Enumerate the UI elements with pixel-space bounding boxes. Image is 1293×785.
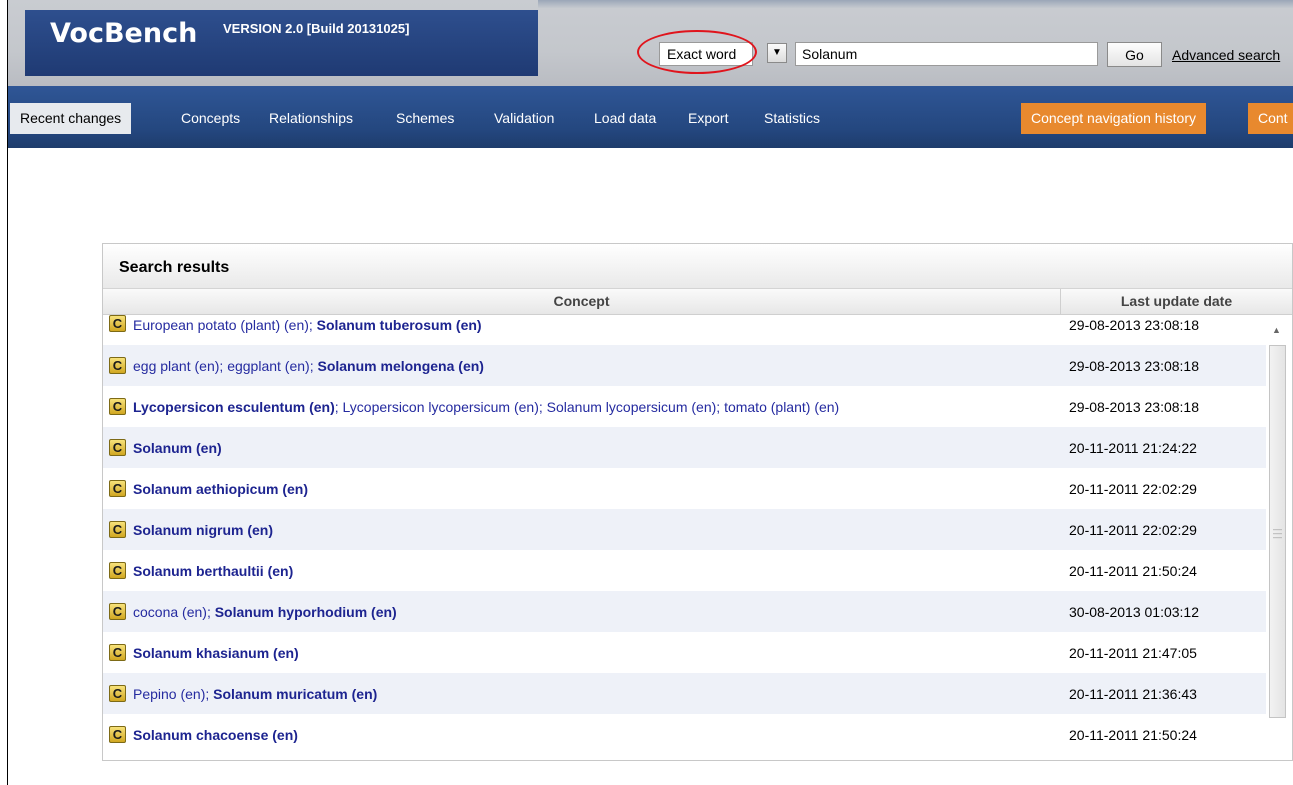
concept-icon: C — [109, 439, 126, 456]
last-update-date: 29-08-2013 23:08:18 — [1069, 358, 1199, 374]
label-link[interactable]: Pepino (en) — [133, 686, 205, 702]
table-row[interactable]: C Lycopersicon esculentum (en); Lycopersi… — [103, 386, 1266, 427]
table-row[interactable]: C Solanum (en) 20-11-2011 21:24:22 — [103, 427, 1266, 468]
advanced-search-link[interactable]: Advanced search — [1172, 47, 1280, 63]
preferred-label-link[interactable]: Solanum chacoense (en) — [133, 727, 298, 743]
concept-icon: C — [109, 644, 126, 661]
search-mode-highlight-annotation — [637, 30, 757, 74]
scroll-up-icon[interactable]: ▲ — [1272, 325, 1281, 335]
column-header-row: Concept Last update date — [103, 289, 1292, 315]
preferred-label-link[interactable]: Solanum (en) — [133, 440, 222, 456]
label-separator: ; — [205, 686, 214, 702]
concept-labels: Solanum (en) — [133, 440, 222, 456]
preferred-label-link[interactable]: Solanum aethiopicum (en) — [133, 481, 308, 497]
label-link[interactable]: tomato (plant) (en) — [724, 399, 839, 415]
last-update-date: 30-08-2013 01:03:12 — [1069, 604, 1199, 620]
table-row[interactable]: C European potato (plant) (en); Solanum t… — [103, 315, 1266, 345]
table-row[interactable]: C Solanum aethiopicum (en) 20-11-2011 22:0… — [103, 468, 1266, 509]
preferred-label-link[interactable]: Solanum berthaultii (en) — [133, 563, 293, 579]
label-separator: ; — [206, 604, 215, 620]
main-navbar: Recent changes Concepts Relationships Sc… — [8, 86, 1293, 148]
nav-export[interactable]: Export — [688, 103, 728, 134]
nav-validation[interactable]: Validation — [494, 103, 554, 134]
last-update-date: 20-11-2011 22:02:29 — [1069, 481, 1197, 497]
concept-labels: egg plant (en); eggplant (en); Solanum m… — [133, 358, 484, 374]
panel-title: Search results — [119, 259, 230, 276]
concept-navigation-history-button[interactable]: Concept navigation history — [1021, 103, 1206, 134]
table-row[interactable]: C Solanum nigrum (en) 20-11-2011 22:02:29 — [103, 509, 1266, 550]
table-row[interactable]: C Solanum chacoense (en) 20-11-2011 21:50:… — [103, 714, 1266, 755]
last-update-date: 29-08-2013 23:08:18 — [1069, 317, 1199, 333]
table-row[interactable]: C Solanum khasianum (en) 20-11-2011 21:47:… — [103, 632, 1266, 673]
go-button[interactable]: Go — [1107, 42, 1162, 67]
concept-icon: C — [109, 726, 126, 743]
table-row[interactable]: Cegg plant (en); eggplant (en); Solanum … — [103, 345, 1266, 386]
label-link[interactable]: eggplant (en) — [227, 358, 310, 374]
preferred-label-link[interactable]: Solanum hyporhodium (en) — [215, 604, 397, 620]
label-separator: ; — [334, 399, 343, 415]
concept-labels: Solanum khasianum (en) — [133, 645, 299, 661]
label-link[interactable]: Lycopersicon lycopersicum (en) — [343, 399, 539, 415]
search-results-panel: Search results Concept Last update date … — [102, 243, 1293, 761]
last-update-date: 20-11-2011 22:02:29 — [1069, 522, 1197, 538]
results-list: C European potato (plant) (en); Solanum t… — [103, 315, 1266, 755]
panel-title-bar: Search results — [103, 244, 1292, 289]
search-input[interactable] — [795, 42, 1098, 66]
last-update-date: 20-11-2011 21:24:22 — [1069, 440, 1197, 456]
cont-button[interactable]: Cont — [1248, 103, 1293, 134]
concept-icon: C — [109, 562, 126, 579]
label-separator: ; — [308, 317, 317, 333]
chevron-down-icon[interactable]: ▼ — [767, 43, 787, 63]
preferred-label-link[interactable]: Lycopersicon esculentum (en) — [133, 399, 335, 415]
nav-schemes[interactable]: Schemes — [396, 103, 454, 134]
version-label: VERSION 2.0 [Build 20131025] — [223, 21, 410, 36]
nav-relationships[interactable]: Relationships — [269, 103, 353, 134]
label-link[interactable]: egg plant (en) — [133, 358, 219, 374]
last-update-date: 20-11-2011 21:50:24 — [1069, 563, 1197, 579]
table-row[interactable]: C Solanum berthaultii (en) 20-11-2011 21:5… — [103, 550, 1266, 591]
concept-icon: C — [109, 357, 126, 374]
last-update-date: 20-11-2011 21:36:43 — [1069, 686, 1197, 702]
preferred-label-link[interactable]: Solanum nigrum (en) — [133, 522, 273, 538]
column-header-concept[interactable]: Concept — [103, 289, 1061, 314]
concept-labels: Lycopersicon esculentum (en); Lycopersic… — [133, 399, 839, 415]
last-update-date: 29-08-2013 23:08:18 — [1069, 399, 1199, 415]
nav-statistics[interactable]: Statistics — [764, 103, 820, 134]
label-separator: ; — [538, 399, 547, 415]
preferred-label-link[interactable]: Solanum melongena (en) — [317, 358, 483, 374]
concept-icon: C — [109, 685, 126, 702]
grip-icon: — — — — [1273, 524, 1282, 542]
concept-icon: C — [109, 603, 126, 620]
label-link[interactable]: Solanum lycopersicum (en) — [547, 399, 717, 415]
label-link[interactable]: European potato (plant) (en) — [133, 317, 309, 333]
scroll-thumb[interactable]: — — — — [1269, 345, 1286, 718]
nav-load-data[interactable]: Load data — [594, 103, 656, 134]
table-row[interactable]: Ccocona (en); Solanum hyporhodium (en) 30… — [103, 591, 1266, 632]
concept-labels: Solanum aethiopicum (en) — [133, 481, 308, 497]
concept-icon: C — [109, 521, 126, 538]
concept-labels: European potato (plant) (en); Solanum tu… — [133, 317, 482, 333]
preferred-label-link[interactable]: Solanum khasianum (en) — [133, 645, 299, 661]
concept-labels: Solanum nigrum (en) — [133, 522, 273, 538]
last-update-date: 20-11-2011 21:47:05 — [1069, 645, 1197, 661]
last-update-date: 20-11-2011 21:50:24 — [1069, 727, 1197, 743]
concept-labels: Solanum berthaultii (en) — [133, 563, 293, 579]
nav-recent-changes[interactable]: Recent changes — [10, 103, 132, 134]
label-separator: ; — [716, 399, 725, 415]
concept-labels: Solanum chacoense (en) — [133, 727, 298, 743]
concept-icon: C — [109, 315, 126, 332]
header-accent-line — [538, 0, 1293, 8]
preferred-label-link[interactable]: Solanum tuberosum (en) — [317, 317, 482, 333]
concept-icon: C — [109, 480, 126, 497]
concept-labels: Pepino (en); Solanum muricatum (en) — [133, 686, 377, 702]
column-header-last-update[interactable]: Last update date — [1061, 289, 1292, 314]
scrollbar[interactable]: ▲ — — — — [1266, 315, 1292, 760]
nav-concepts[interactable]: Concepts — [181, 103, 240, 134]
concept-icon: C — [109, 398, 126, 415]
concept-labels: cocona (en); Solanum hyporhodium (en) — [133, 604, 397, 620]
table-row[interactable]: C Pepino (en); Solanum muricatum (en) 20-1… — [103, 673, 1266, 714]
label-link[interactable]: cocona (en) — [133, 604, 207, 620]
app-logo: VocBench — [50, 18, 198, 49]
preferred-label-link[interactable]: Solanum muricatum (en) — [213, 686, 377, 702]
